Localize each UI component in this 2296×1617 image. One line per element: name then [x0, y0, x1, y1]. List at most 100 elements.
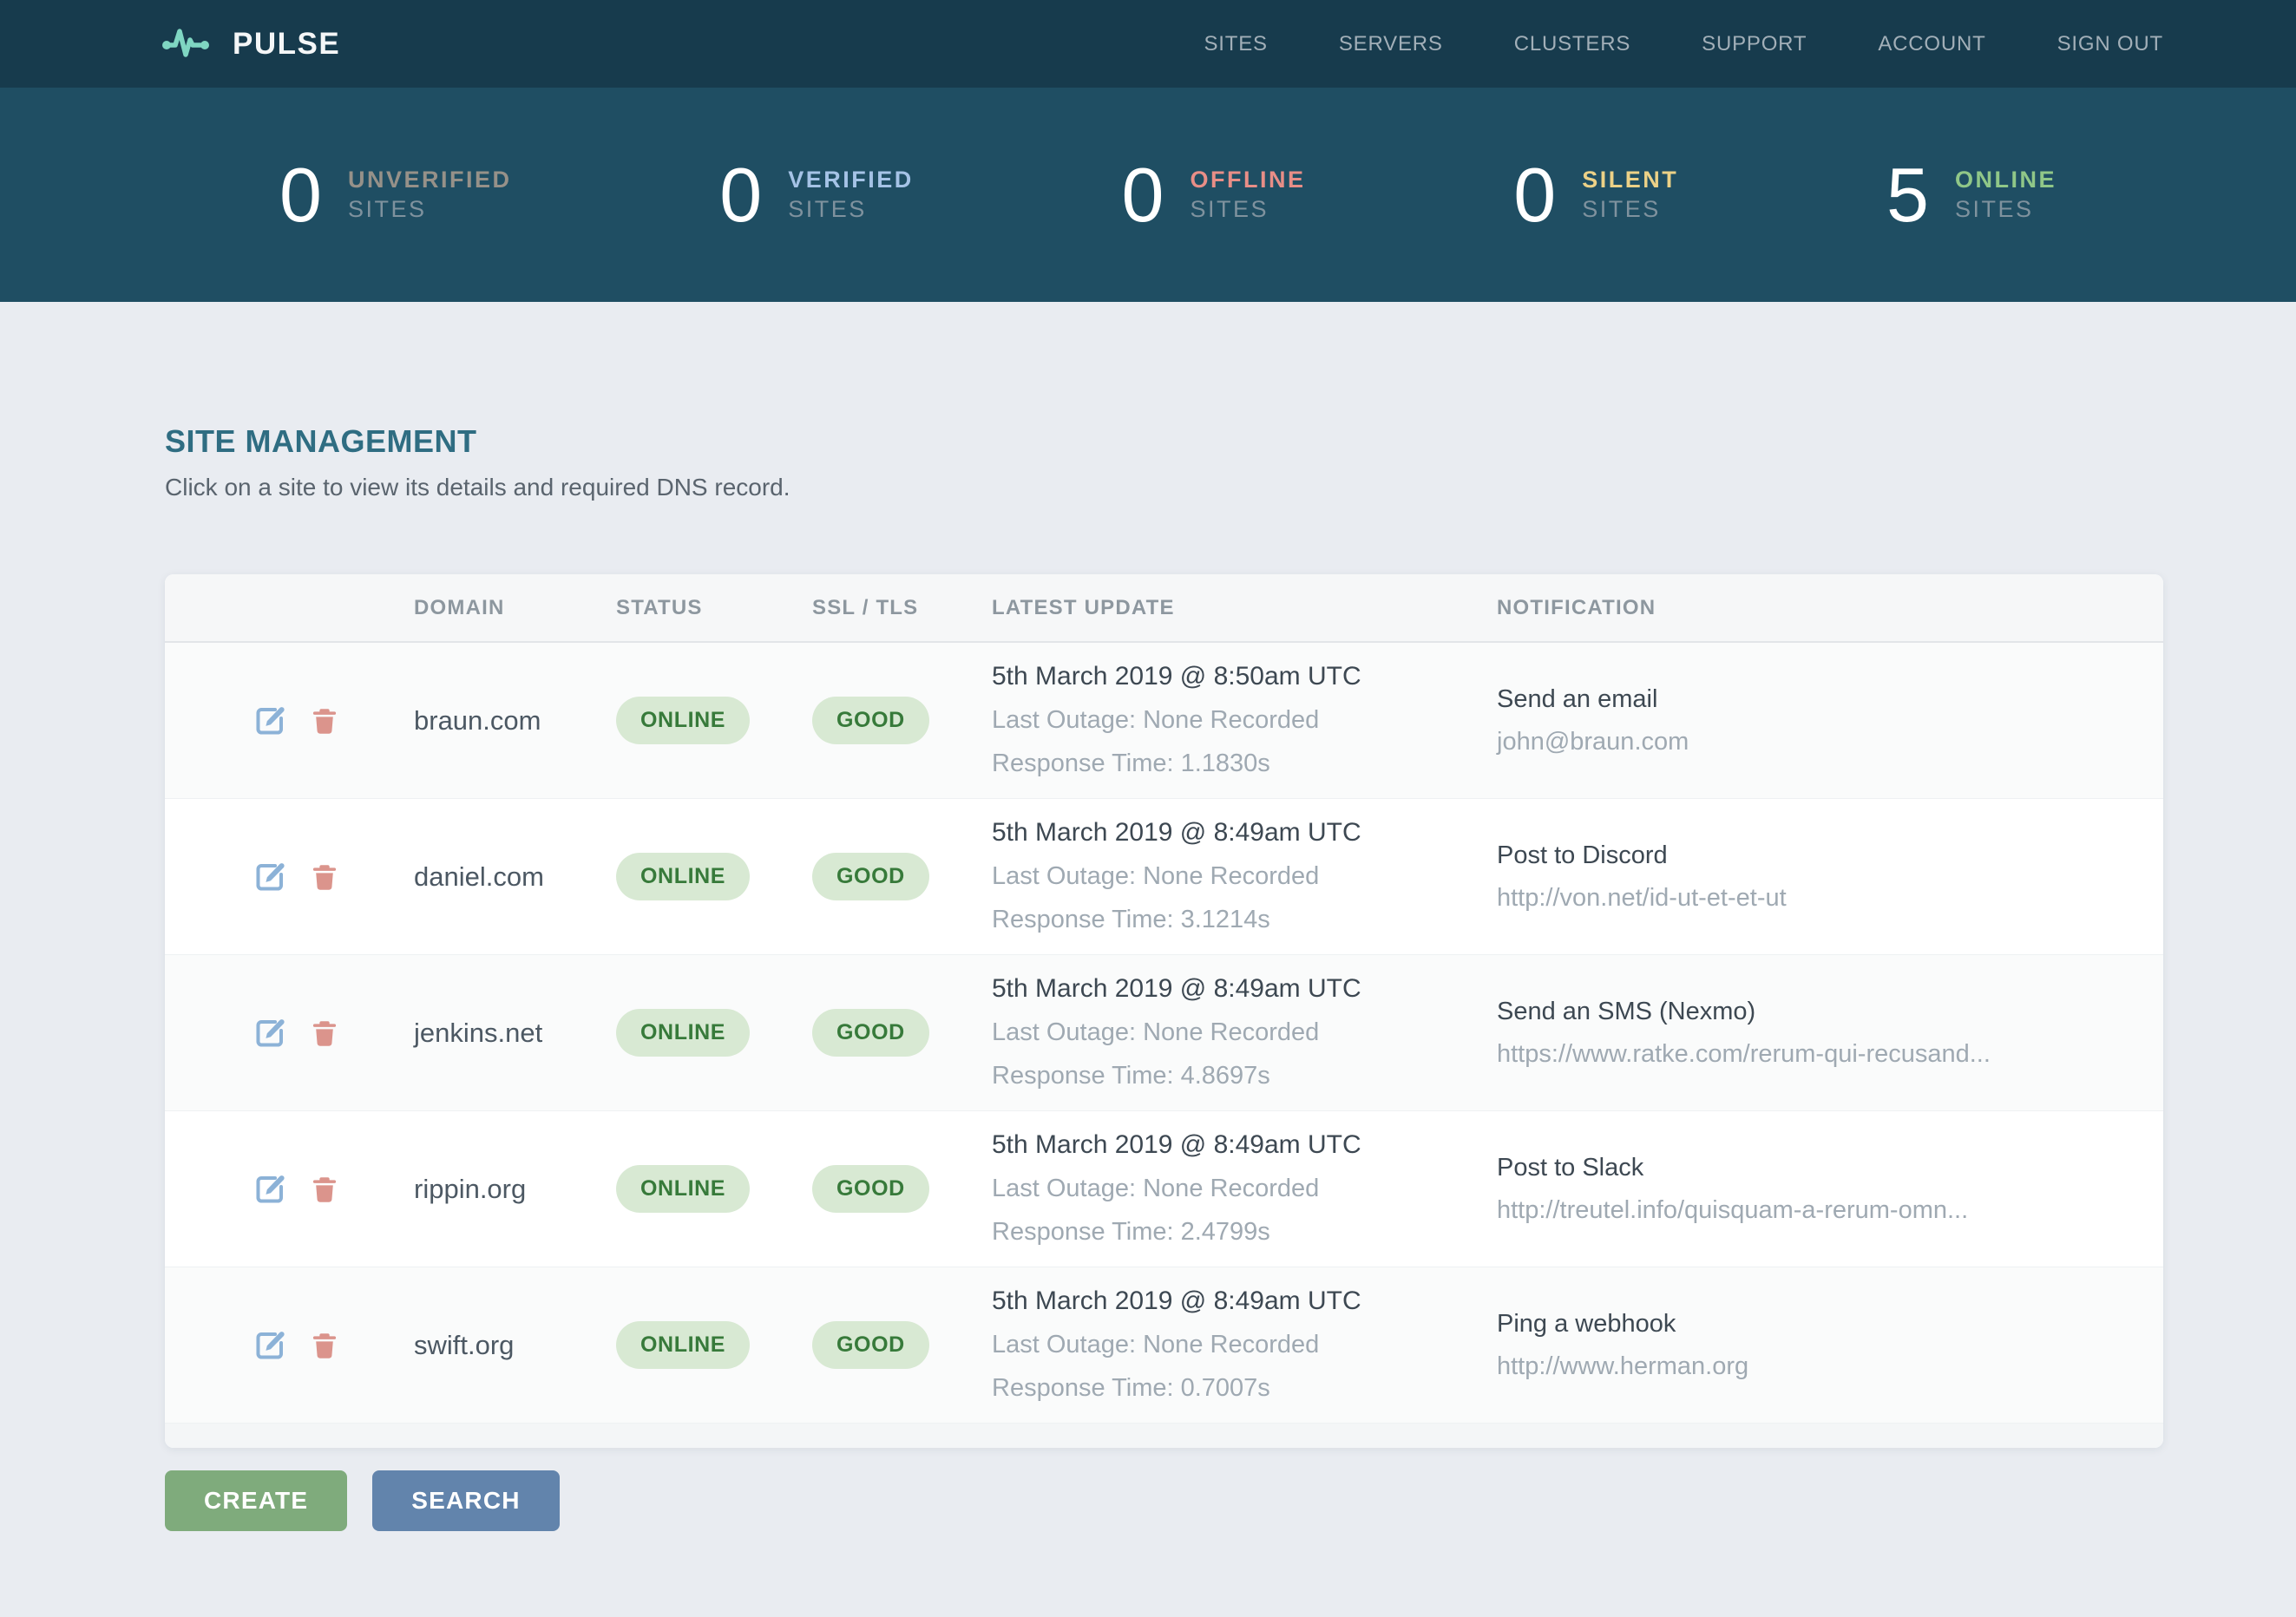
- latest-update-cell: 5th March 2019 @ 8:49am UTC: [992, 970, 1497, 1008]
- search-button[interactable]: SEARCH: [372, 1470, 559, 1531]
- latest-update-cell: 5th March 2019 @ 8:49am UTC: [992, 814, 1497, 852]
- table-row[interactable]: jenkins.net ONLINE GOOD 5th March 2019 @…: [165, 955, 2163, 1111]
- last-outage: Last Outage: None Recorded: [992, 702, 1497, 740]
- nav-item-servers[interactable]: SERVERS: [1339, 32, 1443, 56]
- status-badge: ONLINE: [616, 853, 750, 900]
- status-badge: ONLINE: [616, 697, 750, 744]
- notification-type: Post to Discord: [1497, 841, 2163, 870]
- trash-icon[interactable]: [310, 1175, 339, 1204]
- stat-value: 0: [719, 157, 762, 233]
- stat-sublabel: SITES: [788, 195, 914, 225]
- trash-icon[interactable]: [310, 1018, 339, 1048]
- stat-offline: 0 OFFLINE SITES: [1122, 157, 1306, 233]
- domain-cell: braun.com: [414, 705, 616, 736]
- brand[interactable]: PULSE: [161, 23, 340, 65]
- stat-value: 0: [1122, 157, 1164, 233]
- stat-value: 0: [279, 157, 322, 233]
- latest-update-cell: 5th March 2019 @ 8:50am UTC: [992, 658, 1497, 696]
- nav-item-clusters[interactable]: CLUSTERS: [1514, 32, 1630, 56]
- header-ssl: SSL / TLS: [812, 596, 992, 620]
- notification-target: https://www.ratke.com/rerum-qui-recusand…: [1497, 1040, 2163, 1069]
- response-time: Response Time: 0.7007s: [992, 1370, 1497, 1408]
- response-time: Response Time: 1.1830s: [992, 745, 1497, 783]
- response-time: Response Time: 2.4799s: [992, 1214, 1497, 1252]
- main-content: SITE MANAGEMENT Click on a site to view …: [0, 423, 2296, 1531]
- site-table: DOMAIN STATUS SSL / TLS LATEST UPDATE NO…: [165, 574, 2163, 1448]
- last-outage: Last Outage: None Recorded: [992, 1326, 1497, 1365]
- nav-item-account[interactable]: ACCOUNT: [1878, 32, 1985, 56]
- edit-icon[interactable]: [254, 861, 286, 893]
- response-time: Response Time: 3.1214s: [992, 901, 1497, 939]
- header-domain: DOMAIN: [414, 596, 616, 620]
- nav-item-sign-out[interactable]: SIGN OUT: [2057, 32, 2163, 56]
- pulse-logo-icon: [161, 23, 217, 65]
- last-outage: Last Outage: None Recorded: [992, 858, 1497, 896]
- stat-label: UNVERIFIED: [348, 166, 512, 195]
- ssl-badge: GOOD: [812, 853, 929, 900]
- trash-icon[interactable]: [310, 706, 339, 736]
- nav-links: SITES SERVERS CLUSTERS SUPPORT ACCOUNT S…: [1132, 32, 2163, 56]
- stat-verified: 0 VERIFIED SITES: [719, 157, 913, 233]
- create-button[interactable]: CREATE: [165, 1470, 347, 1531]
- ssl-badge: GOOD: [812, 1321, 929, 1369]
- header-status: STATUS: [616, 596, 812, 620]
- table-row[interactable]: braun.com ONLINE GOOD 5th March 2019 @ 8…: [165, 643, 2163, 799]
- notification-target: http://treutel.info/quisquam-a-rerum-omn…: [1497, 1196, 2163, 1225]
- page-title: SITE MANAGEMENT: [165, 423, 2163, 460]
- stat-silent: 0 SILENT SITES: [1513, 157, 1678, 233]
- stat-value: 0: [1513, 157, 1556, 233]
- header-latest-update: LATEST UPDATE: [992, 596, 1497, 620]
- latest-update-cell: 5th March 2019 @ 8:49am UTC: [992, 1126, 1497, 1164]
- last-outage: Last Outage: None Recorded: [992, 1170, 1497, 1208]
- ssl-badge: GOOD: [812, 1165, 929, 1213]
- status-badge: ONLINE: [616, 1009, 750, 1057]
- stat-sublabel: SITES: [348, 195, 512, 225]
- table-row[interactable]: rippin.org ONLINE GOOD 5th March 2019 @ …: [165, 1111, 2163, 1267]
- last-outage: Last Outage: None Recorded: [992, 1014, 1497, 1052]
- notification-type: Ping a webhook: [1497, 1310, 2163, 1339]
- stat-label: VERIFIED: [788, 166, 914, 195]
- actions-bar: CREATE SEARCH: [165, 1470, 2163, 1531]
- domain-cell: rippin.org: [414, 1174, 616, 1205]
- nav-item-sites[interactable]: SITES: [1204, 32, 1267, 56]
- domain-cell: swift.org: [414, 1330, 616, 1361]
- table-row[interactable]: swift.org ONLINE GOOD 5th March 2019 @ 8…: [165, 1267, 2163, 1424]
- stat-online: 5 ONLINE SITES: [1886, 157, 2057, 233]
- brand-name: PULSE: [233, 27, 340, 62]
- latest-update-cell: 5th March 2019 @ 8:49am UTC: [992, 1282, 1497, 1320]
- domain-cell: jenkins.net: [414, 1018, 616, 1049]
- header-notification: NOTIFICATION: [1497, 596, 2163, 620]
- status-badge: ONLINE: [616, 1165, 750, 1213]
- notification-type: Post to Slack: [1497, 1154, 2163, 1182]
- edit-icon[interactable]: [254, 1329, 286, 1361]
- ssl-badge: GOOD: [812, 1009, 929, 1057]
- notification-target: http://von.net/id-ut-et-et-ut: [1497, 884, 2163, 913]
- trash-icon[interactable]: [310, 1331, 339, 1360]
- edit-icon[interactable]: [254, 704, 286, 736]
- nav-item-support[interactable]: SUPPORT: [1702, 32, 1807, 56]
- response-time: Response Time: 4.8697s: [992, 1057, 1497, 1096]
- status-badge: ONLINE: [616, 1321, 750, 1369]
- edit-icon[interactable]: [254, 1017, 286, 1049]
- navbar: PULSE SITES SERVERS CLUSTERS SUPPORT ACC…: [0, 0, 2296, 88]
- table-footer: [165, 1424, 2163, 1448]
- stat-value: 5: [1886, 157, 1929, 233]
- table-row[interactable]: daniel.com ONLINE GOOD 5th March 2019 @ …: [165, 799, 2163, 955]
- stat-sublabel: SITES: [1190, 195, 1305, 225]
- stats-band: 0 UNVERIFIED SITES 0 VERIFIED SITES 0 OF…: [0, 88, 2296, 302]
- stat-unverified: 0 UNVERIFIED SITES: [279, 157, 511, 233]
- table-header-row: DOMAIN STATUS SSL / TLS LATEST UPDATE NO…: [165, 574, 2163, 643]
- notification-target: john@braun.com: [1497, 728, 2163, 756]
- notification-type: Send an SMS (Nexmo): [1497, 998, 2163, 1026]
- stat-label: SILENT: [1582, 166, 1678, 195]
- stat-label: ONLINE: [1955, 166, 2057, 195]
- page-subtitle: Click on a site to view its details and …: [165, 474, 2163, 501]
- edit-icon[interactable]: [254, 1173, 286, 1205]
- stat-sublabel: SITES: [1582, 195, 1678, 225]
- stat-sublabel: SITES: [1955, 195, 2057, 225]
- notification-target: http://www.herman.org: [1497, 1352, 2163, 1381]
- trash-icon[interactable]: [310, 862, 339, 892]
- stat-label: OFFLINE: [1190, 166, 1305, 195]
- notification-type: Send an email: [1497, 685, 2163, 714]
- ssl-badge: GOOD: [812, 697, 929, 744]
